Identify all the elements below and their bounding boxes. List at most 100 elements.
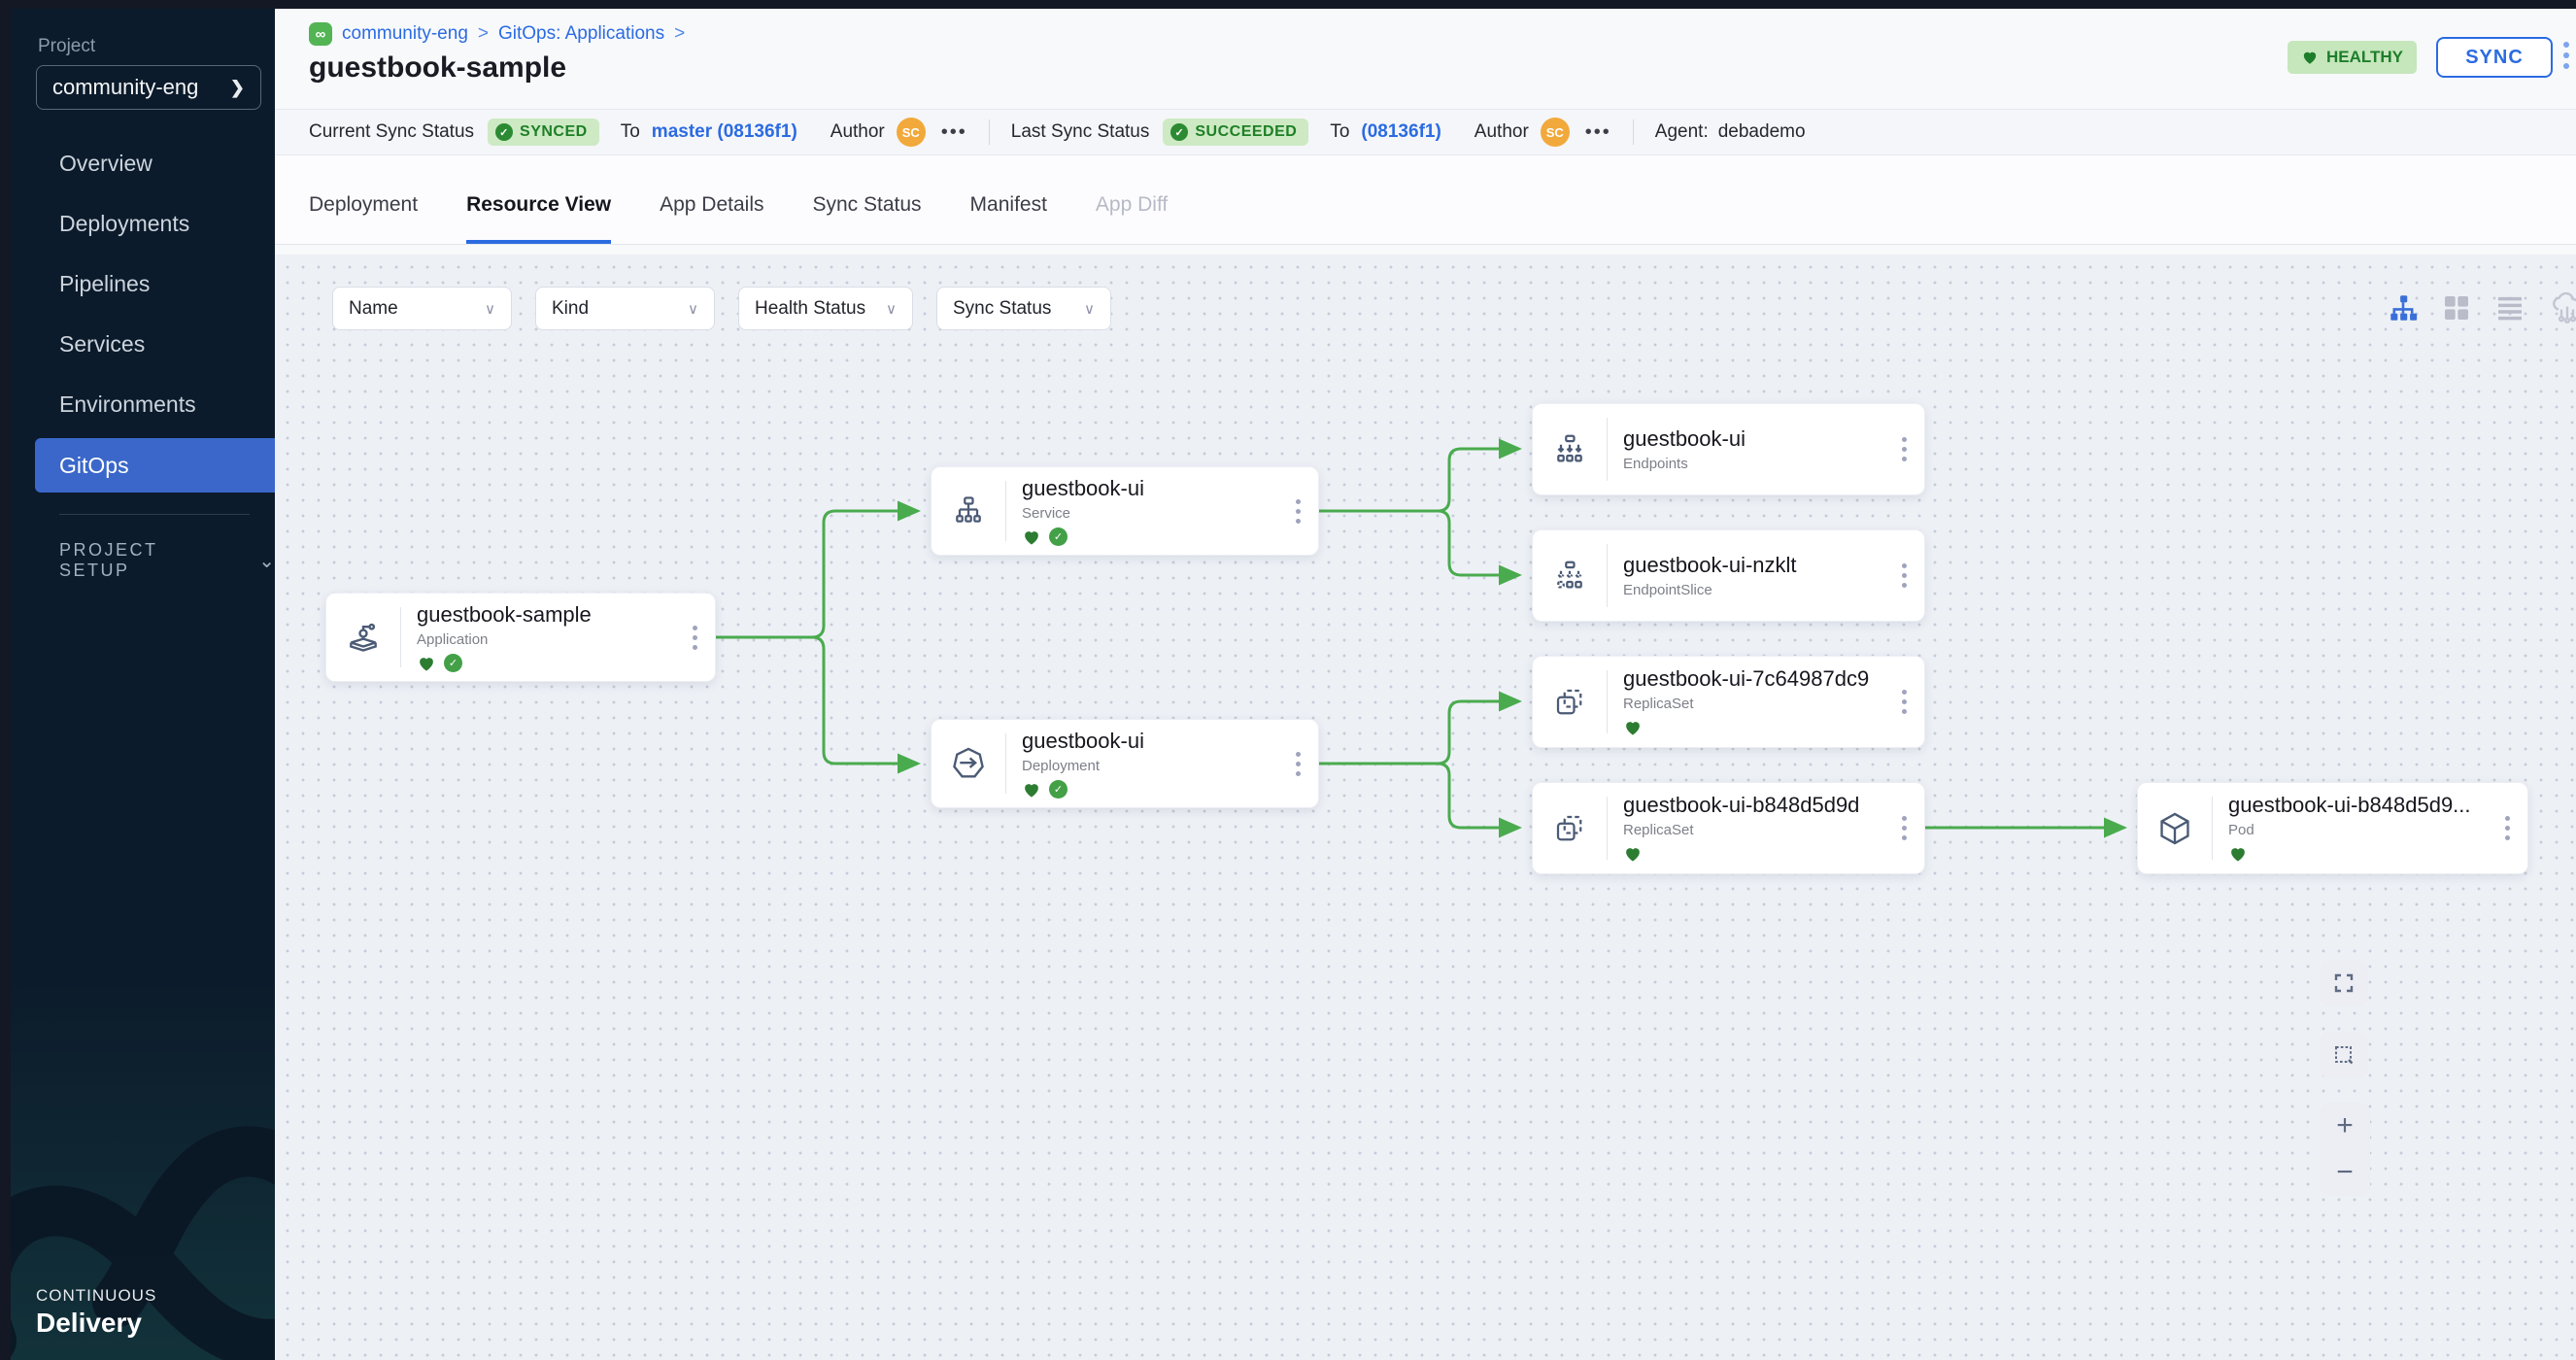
tab-app-diff[interactable]: App Diff [1096, 193, 1168, 244]
zoom-controls: + − [2320, 1103, 2370, 1196]
node-endpoints[interactable]: guestbook-ui Endpoints [1532, 403, 1925, 495]
node-status: ✓ [1022, 780, 1277, 799]
node-body: guestbook-sample Application ✓ [401, 594, 674, 681]
last-more-icon[interactable]: ••• [1585, 121, 1611, 144]
sidebar-item-services[interactable]: Services [11, 314, 275, 374]
marquee-selection-icon [2332, 1043, 2356, 1067]
node-menu-icon[interactable] [1277, 467, 1318, 555]
current-author-avatar[interactable]: SC [897, 118, 926, 147]
fit-to-screen-button[interactable] [2320, 960, 2368, 1006]
last-author-avatar[interactable]: SC [1541, 118, 1570, 147]
node-name: guestbook-ui [1022, 476, 1277, 501]
tab-resource-view[interactable]: Resource View [466, 193, 611, 244]
project-selector[interactable]: community-eng ❯ [36, 65, 261, 110]
endpointslice-icon [1533, 530, 1607, 621]
header-more-menu-icon[interactable] [2563, 42, 2569, 69]
healthy-heart-icon [1022, 527, 1041, 547]
sync-status-bar: Current Sync Status ✓ SYNCED To master (… [275, 109, 2576, 155]
tab-sync-status[interactable]: Sync Status [812, 193, 921, 244]
healthy-heart-icon [2228, 844, 2248, 864]
check-circle-icon: ✓ [495, 123, 513, 141]
node-menu-icon[interactable] [2487, 783, 2527, 873]
health-status-badge: HEALTHY [2288, 41, 2417, 74]
sidebar-divider [59, 514, 250, 515]
tab-app-details[interactable]: App Details [660, 193, 763, 244]
node-kind: ReplicaSet [1623, 696, 1883, 712]
node-status [1623, 718, 1883, 737]
node-body: guestbook-ui Deployment ✓ [1006, 720, 1277, 807]
node-menu-icon[interactable] [1883, 404, 1924, 494]
node-menu-icon[interactable] [674, 594, 715, 681]
sidebar-item-environments[interactable]: Environments [11, 374, 275, 434]
node-application[interactable]: guestbook-sample Application ✓ [325, 593, 716, 682]
breadcrumb-separator: > [674, 23, 685, 45]
sidebar-item-overview[interactable]: Overview [11, 133, 275, 193]
node-body: guestbook-ui-b848d5d9... Pod [2213, 783, 2487, 873]
sync-button[interactable]: SYNC [2436, 37, 2553, 78]
agent-label: Agent: [1655, 121, 1709, 143]
node-replicaset-7c64987dc9[interactable]: guestbook-ui-7c64987dc9 ReplicaSet [1532, 656, 1925, 748]
synced-check-icon: ✓ [1049, 780, 1068, 799]
breadcrumb-applications-link[interactable]: GitOps: Applications [498, 23, 664, 45]
marquee-select-button[interactable] [2320, 1032, 2368, 1078]
node-menu-icon[interactable] [1883, 783, 1924, 873]
last-target-link[interactable]: (08136f1) [1361, 121, 1441, 143]
node-kind: ReplicaSet [1623, 822, 1883, 838]
node-replicaset-b848d5d9d[interactable]: guestbook-ui-b848d5d9d ReplicaSet [1532, 782, 1925, 874]
sidebar-item-deployments[interactable]: Deployments [11, 193, 275, 254]
resource-tree-canvas[interactable]: Name∨ Kind∨ Health Status∨ Sync Status∨ [275, 255, 2576, 1360]
healthy-heart-icon [1022, 780, 1041, 799]
page-title: guestbook-sample [309, 51, 566, 85]
node-menu-icon[interactable] [1883, 657, 1924, 747]
zoom-in-button[interactable]: + [2336, 1111, 2354, 1140]
project-setup-toggle[interactable]: PROJECT SETUP ⌄ [59, 540, 275, 581]
node-service[interactable]: guestbook-ui Service ✓ [931, 466, 1319, 556]
node-name: guestbook-ui-7c64987dc9 [1623, 666, 1883, 692]
tab-deployment[interactable]: Deployment [309, 193, 418, 244]
brand-logo: CONTINUOUS Delivery [36, 1286, 156, 1339]
deployment-icon [932, 720, 1005, 807]
current-sync-label: Current Sync Status [309, 121, 474, 143]
node-kind: Deployment [1022, 758, 1277, 774]
fullscreen-icon [2332, 971, 2356, 995]
current-more-icon[interactable]: ••• [941, 121, 967, 144]
last-to-label: To [1330, 121, 1349, 143]
healthy-heart-icon [1623, 844, 1643, 864]
project-label: Project [38, 36, 95, 57]
node-kind: Endpoints [1623, 456, 1883, 472]
chevron-down-icon: ⌄ [258, 549, 275, 573]
node-name: guestbook-sample [417, 602, 674, 628]
node-kind: Pod [2228, 822, 2487, 838]
tab-bar: Deployment Resource View App Details Syn… [275, 155, 2576, 245]
synced-badge-label: SYNCED [520, 123, 588, 141]
sidebar-item-pipelines[interactable]: Pipelines [11, 254, 275, 314]
zoom-out-button[interactable]: − [2336, 1158, 2354, 1187]
healthy-heart-icon [1623, 718, 1643, 737]
node-pod[interactable]: guestbook-ui-b848d5d9... Pod [2137, 782, 2528, 874]
replicaset-icon [1533, 783, 1607, 873]
tab-manifest[interactable]: Manifest [970, 193, 1047, 244]
healthy-heart-icon [417, 654, 436, 673]
node-name: guestbook-ui-nzklt [1623, 553, 1883, 578]
check-circle-icon: ✓ [1170, 123, 1188, 141]
node-body: guestbook-ui-nzklt EndpointSlice [1608, 530, 1883, 621]
node-kind: Application [417, 631, 674, 648]
page-header: ∞ community-eng > GitOps: Applications >… [275, 9, 2576, 109]
window-frame-top [0, 0, 2576, 9]
status-separator [1633, 119, 1634, 145]
project-setup-label: PROJECT SETUP [59, 540, 206, 581]
node-endpointslice[interactable]: guestbook-ui-nzklt EndpointSlice [1532, 529, 1925, 622]
succeeded-badge-label: SUCCEEDED [1195, 123, 1297, 141]
current-target-link[interactable]: master (08136f1) [652, 121, 797, 143]
breadcrumb: ∞ community-eng > GitOps: Applications > [309, 22, 685, 46]
breadcrumb-project-link[interactable]: community-eng [342, 23, 468, 45]
service-icon [932, 467, 1005, 555]
synced-check-icon: ✓ [444, 654, 462, 672]
sidebar-item-gitops[interactable]: GitOps [35, 438, 275, 493]
node-menu-icon[interactable] [1277, 720, 1318, 807]
node-status [2228, 844, 2487, 864]
node-name: guestbook-ui-b848d5d9d [1623, 793, 1883, 818]
node-menu-icon[interactable] [1883, 530, 1924, 621]
node-deployment[interactable]: guestbook-ui Deployment ✓ [931, 719, 1319, 808]
application-icon [326, 594, 400, 681]
